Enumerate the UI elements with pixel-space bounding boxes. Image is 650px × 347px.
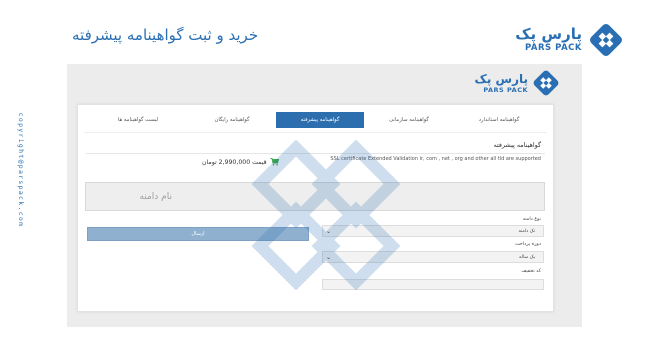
diamond-grid-logo-icon bbox=[533, 70, 559, 96]
brand-name-en: PARS PACK bbox=[524, 43, 582, 54]
brand-name-fa: پارس پک bbox=[515, 25, 582, 44]
tab-free-certificate[interactable]: گواهینامه رایگان bbox=[188, 112, 276, 128]
section-title: گواهینامه پیشرفته bbox=[493, 141, 541, 149]
diamond-grid-logo-icon bbox=[590, 24, 622, 56]
tab-standard-certificate[interactable]: گواهینامه استاندارد bbox=[454, 112, 544, 128]
chevron-down-icon: ⌄ bbox=[326, 228, 332, 235]
discount-code-input[interactable] bbox=[322, 279, 544, 290]
certificate-tabs: گواهینامه استاندارد گواهینامه سازمانی گو… bbox=[78, 112, 553, 128]
payment-period-select[interactable]: یک ساله ⌄ bbox=[322, 251, 544, 263]
tab-advanced-certificate[interactable]: گواهینامه پیشرفته bbox=[276, 112, 364, 128]
payment-period-value: یک ساله bbox=[519, 254, 535, 260]
card-brand-logo[interactable]: پارس پک PARS PACK bbox=[475, 68, 560, 98]
domain-name-input[interactable] bbox=[85, 182, 545, 211]
price-row: قیمت 2,990,000 تومان bbox=[202, 158, 279, 166]
chevron-down-icon: ⌄ bbox=[326, 254, 332, 261]
card-brand-text: پارس پک PARS PACK bbox=[475, 73, 528, 94]
side-copyright: copyright@parspack.com bbox=[17, 112, 25, 228]
brand-logo[interactable]: پارس پک PARS PACK bbox=[515, 20, 624, 60]
submit-button[interactable]: ارسال bbox=[87, 227, 309, 241]
certificate-card: گواهینامه استاندارد گواهینامه سازمانی گو… bbox=[77, 104, 554, 312]
discount-code-label: کد تخفیف bbox=[521, 269, 541, 274]
tab-certificate-list[interactable]: لیست گواهینامه ها bbox=[88, 112, 188, 128]
card-brand-name-fa: پارس پک bbox=[474, 71, 528, 86]
domain-type-select[interactable]: تک دامنه ⌄ bbox=[322, 225, 544, 237]
section-divider bbox=[86, 153, 545, 154]
page-title: خرید و ثبت گواهینامه پیشرفته bbox=[72, 26, 259, 44]
tab-divider bbox=[84, 132, 547, 133]
tab-organization-certificate[interactable]: گواهینامه سازمانی bbox=[364, 112, 454, 128]
shopping-cart-icon bbox=[270, 158, 279, 166]
payment-period-label: دوره پرداخت bbox=[515, 242, 541, 247]
brand-text: پارس پک PARS PACK bbox=[515, 27, 582, 53]
card-brand-name-en: PARS PACK bbox=[483, 85, 528, 94]
price-text: قیمت 2,990,000 تومان bbox=[202, 158, 267, 166]
domain-type-label: نوع دامنه bbox=[522, 217, 541, 222]
screenshot-panel: پارس پک PARS PACK گواهینامه استاندارد گو… bbox=[67, 64, 582, 327]
domain-type-value: تک دامنه bbox=[518, 228, 535, 234]
product-description: SSL certificate Extended Validation ir, … bbox=[330, 156, 541, 162]
